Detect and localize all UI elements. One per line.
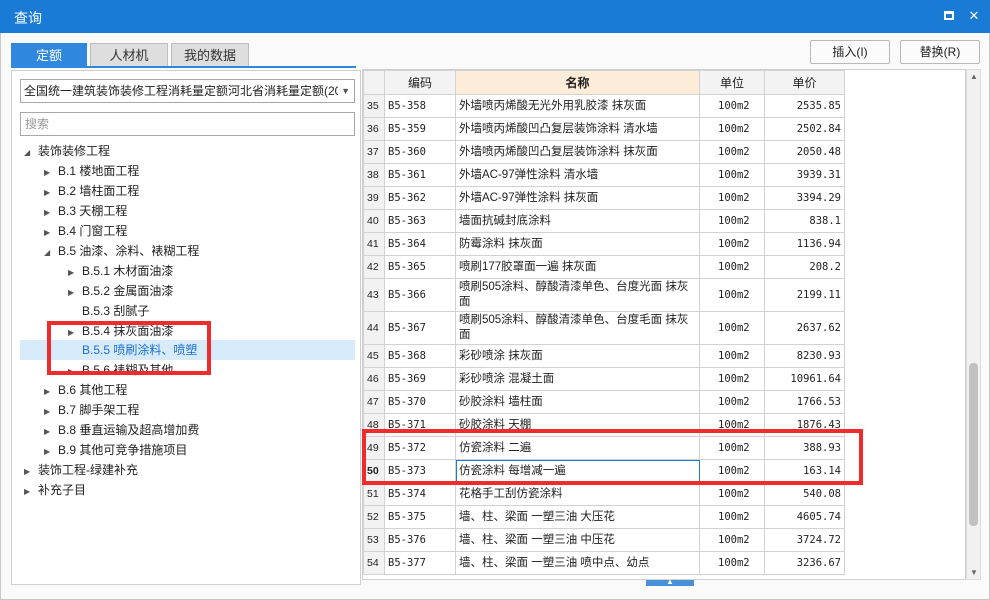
table-row[interactable]: 45 B5-368 彩砂喷涂 抹灰面 100m2 8230.93 — [363, 344, 845, 368]
replace-button[interactable]: 替换(R) — [900, 40, 980, 64]
column-header-price[interactable]: 单价 — [764, 70, 845, 95]
panel-splitter-handle[interactable]: ▲ — [646, 577, 694, 586]
quota-table: 编码 名称 单位 单价 35 B5-358 外墙喷丙烯酸无光外用乳胶漆 抹灰面 100… — [363, 70, 845, 575]
tree-node[interactable]: ▶ 补充子目 — [24, 480, 86, 500]
table-row[interactable]: 51 B5-374 花格手工刮仿瓷涂料 100m2 540.08 — [363, 482, 845, 506]
window-title: 查询 — [14, 10, 42, 26]
collapsed-arrow-icon[interactable]: ▶ — [44, 422, 58, 442]
column-header-unit[interactable]: 单位 — [699, 70, 765, 95]
table-row[interactable]: 47 B5-370 砂胶涂料 墙柱面 100m2 1766.53 — [363, 390, 845, 414]
table-header-row: 编码 名称 单位 单价 — [363, 70, 845, 95]
table-row[interactable]: 49 B5-372 仿瓷涂料 二遍 100m2 388.93 — [363, 436, 845, 460]
tree-node[interactable]: ▶ B.3 天棚工程 — [44, 201, 127, 221]
column-header-code[interactable]: 编码 — [384, 70, 456, 95]
collapsed-arrow-icon[interactable]: ▶ — [44, 402, 58, 422]
tree-node[interactable]: ▶ B.5.4 抹灰面油漆 — [68, 321, 173, 341]
quota-grid: 编码 名称 单位 单价 35 B5-358 外墙喷丙烯酸无光外用乳胶漆 抹灰面 100… — [362, 69, 966, 580]
tab-quota[interactable]: 定额 — [11, 43, 87, 67]
tree-node[interactable]: B.5.3 刮腻子 — [68, 301, 149, 321]
maximize-icon[interactable] — [940, 7, 958, 25]
column-header-index — [363, 70, 385, 95]
collapsed-arrow-icon[interactable]: ▶ — [68, 283, 82, 303]
tree-node[interactable]: ◢ 装饰装修工程 — [24, 141, 110, 161]
table-row[interactable]: 40 B5-363 墙面抗碱封底涂料 100m2 838.1 — [363, 209, 845, 233]
table-row[interactable]: 39 B5-362 外墙AC-97弹性涂料 抹灰面 100m2 3394.29 — [363, 186, 845, 210]
tree-node[interactable]: ◢ B.5 油漆、涂料、裱糊工程 — [44, 241, 199, 261]
collapsed-arrow-icon[interactable]: ▶ — [44, 382, 58, 402]
chevron-down-icon[interactable]: ▼ — [341, 80, 350, 102]
scroll-down-icon[interactable]: ▼ — [969, 568, 979, 577]
table-row[interactable]: 53 B5-376 墙、柱、梁面 一塑三油 中压花 100m2 3724.72 — [363, 528, 845, 552]
scroll-up-icon[interactable]: ▲ — [969, 72, 979, 81]
table-row[interactable]: 38 B5-361 外墙AC-97弹性涂料 清水墙 100m2 3939.31 — [363, 163, 845, 187]
tree-node-selected[interactable]: B.5.5 喷刷涂料、喷塑 — [68, 340, 197, 360]
tree-node[interactable]: ▶ B.6 其他工程 — [44, 380, 127, 400]
table-row[interactable]: 46 B5-369 彩砂喷涂 混凝土面 100m2 10961.64 — [363, 367, 845, 391]
collapsed-arrow-icon[interactable]: ▶ — [68, 362, 82, 382]
table-row[interactable]: 41 B5-364 防霉涂料 抹灰面 100m2 1136.94 — [363, 232, 845, 256]
tree-node[interactable]: ▶ B.8 垂直运输及超高增加费 — [44, 420, 199, 440]
expanded-arrow-icon[interactable]: ◢ — [24, 143, 38, 163]
collapsed-arrow-icon[interactable]: ▶ — [44, 183, 58, 203]
insert-button[interactable]: 插入(I) — [810, 40, 890, 64]
collapsed-arrow-icon[interactable]: ▶ — [44, 203, 58, 223]
tree-node[interactable]: ▶ B.5.6 裱糊及其他 — [68, 360, 173, 380]
quota-library-select[interactable]: 全国统一建筑装饰装修工程消耗量定额河北省消耗量定额(20 ▼ — [20, 79, 355, 103]
table-row-current[interactable]: 50 B5-373 仿瓷涂料 每增减一遍 100m2 163.14 — [363, 459, 845, 483]
collapsed-arrow-icon[interactable]: ▶ — [44, 163, 58, 183]
table-row[interactable]: 54 B5-377 墙、柱、梁面 一塑三油 喷中点、幼点 100m2 3236.67 — [363, 551, 845, 575]
table-row[interactable]: 48 B5-371 砂胶涂料 天棚 100m2 1876.43 — [363, 413, 845, 437]
table-row[interactable]: 36 B5-359 外墙喷丙烯酸凹凸复层装饰涂料 清水墙 100m2 2502.84 — [363, 117, 845, 141]
tree-node[interactable]: ▶ B.5.2 金属面油漆 — [68, 281, 173, 301]
tree-node[interactable]: ▶ 装饰工程-绿建补充 — [24, 460, 138, 480]
table-row[interactable]: 37 B5-360 外墙喷丙烯酸凹凸复层装饰涂料 抹灰面 100m2 2050.48 — [363, 140, 845, 164]
expanded-arrow-icon[interactable]: ◢ — [44, 243, 58, 263]
chevron-up-icon: ▲ — [666, 577, 674, 586]
table-row[interactable]: 52 B5-375 墙、柱、梁面 一塑三油 大压花 100m2 4605.74 — [363, 505, 845, 529]
column-header-name[interactable]: 名称 — [455, 70, 700, 95]
collapsed-arrow-icon[interactable]: ▶ — [44, 442, 58, 462]
tree-node[interactable]: ▶ B.4 门窗工程 — [44, 221, 127, 241]
collapsed-arrow-icon[interactable]: ▶ — [24, 462, 38, 482]
tree-node[interactable]: ▶ B.2 墙柱面工程 — [44, 181, 139, 201]
tab-materials[interactable]: 人材机 — [90, 43, 168, 67]
close-icon[interactable]: ✕ — [965, 7, 983, 25]
vertical-scrollbar[interactable]: ▲ ▼ — [966, 69, 981, 580]
collapsed-arrow-icon[interactable]: ▶ — [68, 263, 82, 283]
title-bar: 查询 ✕ — [0, 0, 990, 33]
collapsed-arrow-icon[interactable]: ▶ — [44, 223, 58, 243]
quota-tree-panel: 全国统一建筑装饰装修工程消耗量定额河北省消耗量定额(20 ▼ ◢装饰装修工程 ▶… — [11, 70, 361, 585]
table-row[interactable]: 44 B5-367 喷刷505涂料、醇酸清漆单色、台度毛面 抹灰面 100m2 2637… — [363, 311, 845, 345]
tab-underline — [11, 66, 356, 68]
table-row[interactable]: 42 B5-365 喷刷177胶罩面一遍 抹灰面 100m2 208.2 — [363, 255, 845, 279]
tree-node[interactable]: ▶ B.9 其他可竞争措施项目 — [44, 440, 187, 460]
tree-node[interactable]: ▶ B.7 脚手架工程 — [44, 400, 139, 420]
tab-my-data[interactable]: 我的数据 — [171, 43, 249, 67]
search-input[interactable] — [20, 112, 355, 136]
quota-library-value: 全国统一建筑装饰装修工程消耗量定额河北省消耗量定额(20 — [24, 84, 338, 98]
table-row[interactable]: 35 B5-358 外墙喷丙烯酸无光外用乳胶漆 抹灰面 100m2 2535.85 — [363, 94, 845, 118]
scrollbar-thumb[interactable] — [969, 363, 978, 526]
tree-node[interactable]: ▶ B.1 楼地面工程 — [44, 161, 139, 181]
tree-node[interactable]: ▶ B.5.1 木材面油漆 — [68, 261, 173, 281]
collapsed-arrow-icon[interactable]: ▶ — [24, 482, 38, 502]
table-row[interactable]: 43 B5-366 喷刷505涂料、醇酸清漆单色、台度光面 抹灰面 100m2 2199… — [363, 278, 845, 312]
